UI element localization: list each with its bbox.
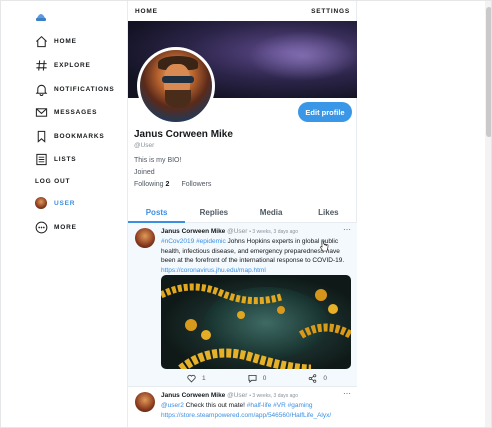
bell-icon [34, 82, 48, 96]
more-circle-icon [34, 220, 48, 234]
sidebar-item-more[interactable]: MORE [34, 218, 77, 236]
post-text: @user2 Check this out mate! #half-life #… [161, 401, 351, 420]
hashtag-link[interactable]: #nCov2019 [161, 238, 194, 245]
post-author-name[interactable]: Janus Corween Mike [161, 228, 225, 235]
share-icon [309, 373, 317, 383]
tab-replies[interactable]: Replies [185, 202, 242, 222]
sidebar-item-explore[interactable]: EXPLORE [34, 56, 91, 74]
sidebar-item-bookmarks[interactable]: BOOKMARKS [34, 127, 105, 145]
comment-icon [248, 374, 257, 383]
sidebar-item-label: MESSAGES [54, 108, 98, 116]
sidebar-item-label: MORE [54, 223, 77, 231]
post-time: • 3 weeks, 3 days ago [249, 229, 298, 235]
post-time: • 3 weeks, 3 days ago [249, 393, 298, 399]
followers-link[interactable]: Followers [181, 181, 211, 188]
post-link[interactable]: https://coronavirus.jhu.edu/map.html [161, 267, 266, 274]
post-header: Janus Corween Mike @User • 3 weeks, 3 da… [161, 228, 298, 235]
top-bar: HOME SETTINGS [128, 1, 357, 21]
mouse-cursor-icon [319, 239, 329, 252]
sidebar-item-label: NOTIFICATIONS [54, 85, 115, 93]
logout-link[interactable]: LOG OUT [35, 178, 70, 185]
sidebar-item-user[interactable]: USER [34, 194, 75, 212]
profile-handle: @User [134, 142, 155, 149]
logo-icon[interactable] [34, 9, 48, 23]
post-avatar[interactable] [135, 392, 155, 412]
profile-tabs: Posts Replies Media Likes [128, 202, 357, 223]
main-column: HOME SETTINGS Edit profile Janus Corween… [127, 1, 357, 427]
post-image[interactable] [161, 275, 351, 369]
more-options-icon[interactable]: ⋯ [343, 225, 351, 234]
post-header: Janus Corween Mike @User • 3 weeks, 3 da… [161, 392, 298, 399]
hashtag-link[interactable]: #VR [273, 402, 286, 409]
like-button[interactable]: 1 [187, 373, 206, 383]
user-avatar-icon [34, 196, 48, 210]
app-window: HOME EXPLORE NOTIFICATIONS MESSAGES BOOK… [0, 0, 492, 428]
sidebar-item-label: EXPLORE [54, 61, 91, 69]
post-link[interactable]: https://store.steampowered.com/app/54656… [161, 412, 331, 419]
sidebar-item-label: BOOKMARKS [54, 132, 105, 140]
hashtag-link[interactable]: #epidemic [196, 238, 226, 245]
comment-button[interactable]: 0 [248, 373, 267, 383]
profile-bio: This is my BIO! [134, 157, 182, 164]
hashtag-link[interactable]: #half-life [247, 402, 272, 409]
profile-name: Janus Corween Mike [134, 129, 233, 140]
profile-avatar[interactable] [137, 47, 215, 125]
hashtag-icon [34, 58, 48, 72]
scrollbar-thumb[interactable] [486, 7, 491, 137]
profile-joined: Joined [134, 169, 155, 176]
sidebar-item-home[interactable]: HOME [34, 32, 77, 50]
following-link[interactable]: Following 2 [134, 181, 177, 188]
post-item[interactable]: Janus Corween Mike @User • 3 weeks, 3 da… [128, 387, 357, 427]
sidebar-item-notifications[interactable]: NOTIFICATIONS [34, 80, 114, 98]
comment-count: 0 [262, 374, 267, 382]
tab-likes[interactable]: Likes [300, 202, 357, 222]
post-author-handle: @User [227, 228, 248, 235]
share-count: 0 [323, 374, 327, 382]
list-icon [34, 152, 48, 166]
sidebar: HOME EXPLORE NOTIFICATIONS MESSAGES BOOK… [1, 1, 127, 427]
tab-media[interactable]: Media [243, 202, 300, 222]
sidebar-item-label: HOME [54, 37, 77, 45]
share-button[interactable]: 0 [308, 373, 327, 383]
post-actions: 1 0 0 [161, 373, 351, 383]
envelope-icon [34, 105, 48, 119]
post-body: Check this out mate! [183, 402, 247, 409]
tab-posts[interactable]: Posts [128, 202, 186, 223]
mention-link[interactable]: @user2 [161, 402, 184, 409]
right-pane [357, 1, 491, 427]
home-icon [34, 34, 48, 48]
sidebar-item-label: USER [54, 199, 76, 207]
post-author-handle: @User [227, 392, 248, 399]
post-avatar[interactable] [135, 228, 155, 248]
following-count: 2 [165, 181, 170, 188]
sidebar-item-label: LISTS [54, 155, 77, 163]
home-link[interactable]: HOME [135, 8, 158, 15]
virus-micrograph-image [161, 283, 351, 369]
follow-stats: Following 2 Followers [134, 181, 211, 188]
like-count: 1 [202, 374, 206, 382]
edit-profile-button[interactable]: Edit profile [298, 102, 352, 122]
sidebar-item-lists[interactable]: LISTS [34, 150, 76, 168]
post-author-name[interactable]: Janus Corween Mike [161, 392, 225, 399]
more-options-icon[interactable]: ⋯ [343, 389, 351, 398]
hashtag-link[interactable]: #gaming [288, 402, 313, 409]
heart-icon [187, 374, 196, 383]
settings-link[interactable]: SETTINGS [311, 8, 350, 15]
sidebar-item-messages[interactable]: MESSAGES [34, 103, 97, 121]
bookmark-icon [34, 129, 48, 143]
